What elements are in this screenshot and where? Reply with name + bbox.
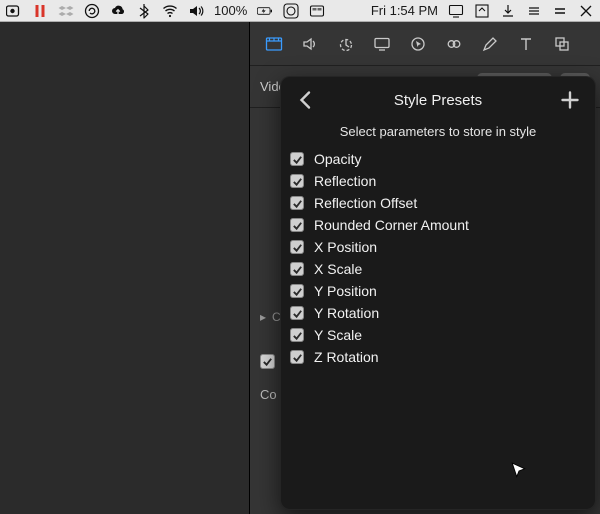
clock-text[interactable]: Fri 1:54 PM <box>371 3 438 18</box>
battery-charging-icon[interactable] <box>257 3 273 19</box>
tool-video[interactable] <box>258 28 290 60</box>
control-strip-icon[interactable] <box>309 3 325 19</box>
inspector-tool-row <box>250 22 600 66</box>
viewer-panel <box>0 22 250 514</box>
parameter-row[interactable]: Y Position <box>290 281 582 301</box>
parameter-row[interactable]: Y Scale <box>290 325 582 345</box>
screen-tool-icon[interactable] <box>448 3 464 19</box>
dropbox-icon[interactable] <box>58 3 74 19</box>
add-preset-button[interactable] <box>558 88 582 112</box>
tool-monitor[interactable] <box>366 28 398 60</box>
checkbox[interactable] <box>290 328 304 342</box>
parameter-row[interactable]: Rounded Corner Amount <box>290 215 582 235</box>
checkbox[interactable] <box>290 218 304 232</box>
parameter-row[interactable]: Y Rotation <box>290 303 582 323</box>
checkbox[interactable] <box>290 306 304 320</box>
checkbox[interactable] <box>290 284 304 298</box>
parameter-row[interactable]: Reflection Offset <box>290 193 582 213</box>
menubar: 100% Fri 1:54 PM <box>0 0 600 22</box>
chevron-right-icon: ▸ <box>260 310 266 324</box>
checkbox[interactable] <box>290 174 304 188</box>
tool-pointer[interactable] <box>402 28 434 60</box>
style-presets-popover: Style Presets Select parameters to store… <box>280 76 596 510</box>
record-icon[interactable] <box>6 3 22 19</box>
pause-icon[interactable] <box>32 3 48 19</box>
bluetooth-icon[interactable] <box>136 3 152 19</box>
maximize-icon[interactable] <box>474 3 490 19</box>
popover-subtitle: Select parameters to store in style <box>280 116 596 149</box>
parameter-row[interactable]: Reflection <box>290 171 582 191</box>
parameter-label: X Scale <box>314 261 362 277</box>
tool-layers[interactable] <box>546 28 578 60</box>
siri-icon[interactable] <box>283 3 299 19</box>
tool-audio[interactable] <box>294 28 326 60</box>
parameter-label: X Position <box>314 239 377 255</box>
checkbox[interactable] <box>290 262 304 276</box>
battery-text: 100% <box>214 3 247 18</box>
cc-sync-icon[interactable] <box>84 3 100 19</box>
download-icon[interactable] <box>500 3 516 19</box>
parameter-label: Opacity <box>314 151 361 167</box>
wifi-icon[interactable] <box>162 3 178 19</box>
parameter-label: Reflection <box>314 173 376 189</box>
cloud-upload-icon[interactable] <box>110 3 126 19</box>
equals-icon[interactable] <box>552 3 568 19</box>
parameter-label: Z Rotation <box>314 349 379 365</box>
parameter-row[interactable]: X Scale <box>290 259 582 279</box>
parameter-row[interactable]: Z Rotation <box>290 347 582 367</box>
checkbox[interactable] <box>290 196 304 210</box>
parameter-row[interactable]: X Position <box>290 237 582 257</box>
parameter-label: Reflection Offset <box>314 195 417 211</box>
parameter-list: Opacity Reflection Reflection Offset Rounde… <box>280 149 596 367</box>
popover-title: Style Presets <box>394 92 482 109</box>
checkbox[interactable] <box>290 350 304 364</box>
tool-timing[interactable] <box>330 28 362 60</box>
tool-pencil[interactable] <box>474 28 506 60</box>
close-icon[interactable] <box>578 3 594 19</box>
inspector-panel: Video + Action ▸ C Co <box>250 22 600 514</box>
checkbox[interactable] <box>290 240 304 254</box>
menu-lines-icon[interactable] <box>526 3 542 19</box>
checkbox[interactable] <box>290 152 304 166</box>
cursor-icon <box>510 462 528 485</box>
parameter-label: Y Position <box>314 283 377 299</box>
volume-icon[interactable] <box>188 3 204 19</box>
parameter-label: Y Rotation <box>314 305 379 321</box>
tool-link[interactable] <box>438 28 470 60</box>
back-button[interactable] <box>294 88 318 112</box>
checkbox[interactable] <box>260 354 275 369</box>
parameter-row[interactable]: Opacity <box>290 149 582 169</box>
parameter-label: Rounded Corner Amount <box>314 217 469 233</box>
tool-text[interactable] <box>510 28 542 60</box>
parameter-label: Y Scale <box>314 327 362 343</box>
